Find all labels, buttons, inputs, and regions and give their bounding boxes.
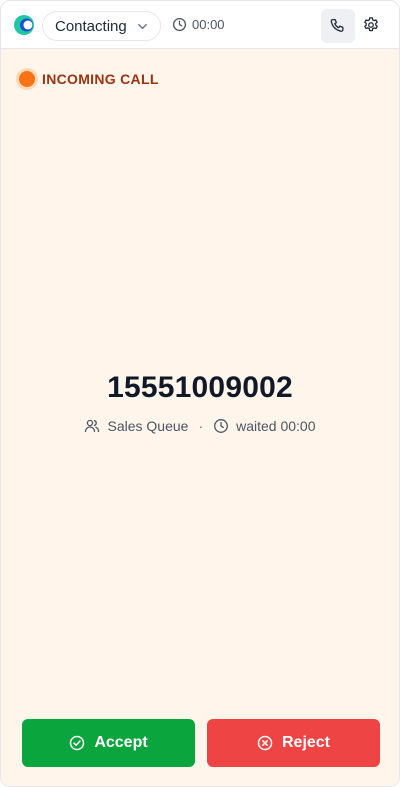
caller-number: 15551009002 [107,371,293,404]
timer-value: 00:00 [192,17,225,32]
accept-button[interactable]: Accept [22,719,195,767]
accept-label: Accept [94,734,148,751]
ringing-indicator [19,71,35,87]
top-bar: Contacting 00:00 [1,1,399,49]
call-timer: 00:00 [172,17,225,32]
reject-button[interactable]: Reject [207,719,380,767]
phone-icon [330,18,344,32]
incoming-call-banner: INCOMING CALL [19,71,159,87]
agent-status-dropdown[interactable]: Contacting [42,11,161,41]
incoming-call-label: INCOMING CALL [42,71,159,87]
phone-button[interactable] [321,9,355,43]
users-icon [85,419,100,433]
reject-label: Reject [281,734,331,751]
chevron-down-icon [138,23,147,30]
x-circle-icon [257,735,273,751]
meta-separator: · [198,418,204,434]
clock-icon [214,419,229,433]
gear-icon [364,17,378,32]
call-panel: Contacting 00:00 INCOMING CALL 155510090… [0,0,400,787]
app-logo [14,15,34,35]
queue-name: Sales Queue [107,418,189,434]
check-circle-icon [70,735,85,751]
agent-status-label: Contacting [55,17,127,35]
wait-time: waited 00:00 [236,418,316,434]
settings-button[interactable] [361,15,381,35]
caller-meta: Sales Queue · waited 00:00 [1,418,399,434]
clock-icon [172,17,187,32]
